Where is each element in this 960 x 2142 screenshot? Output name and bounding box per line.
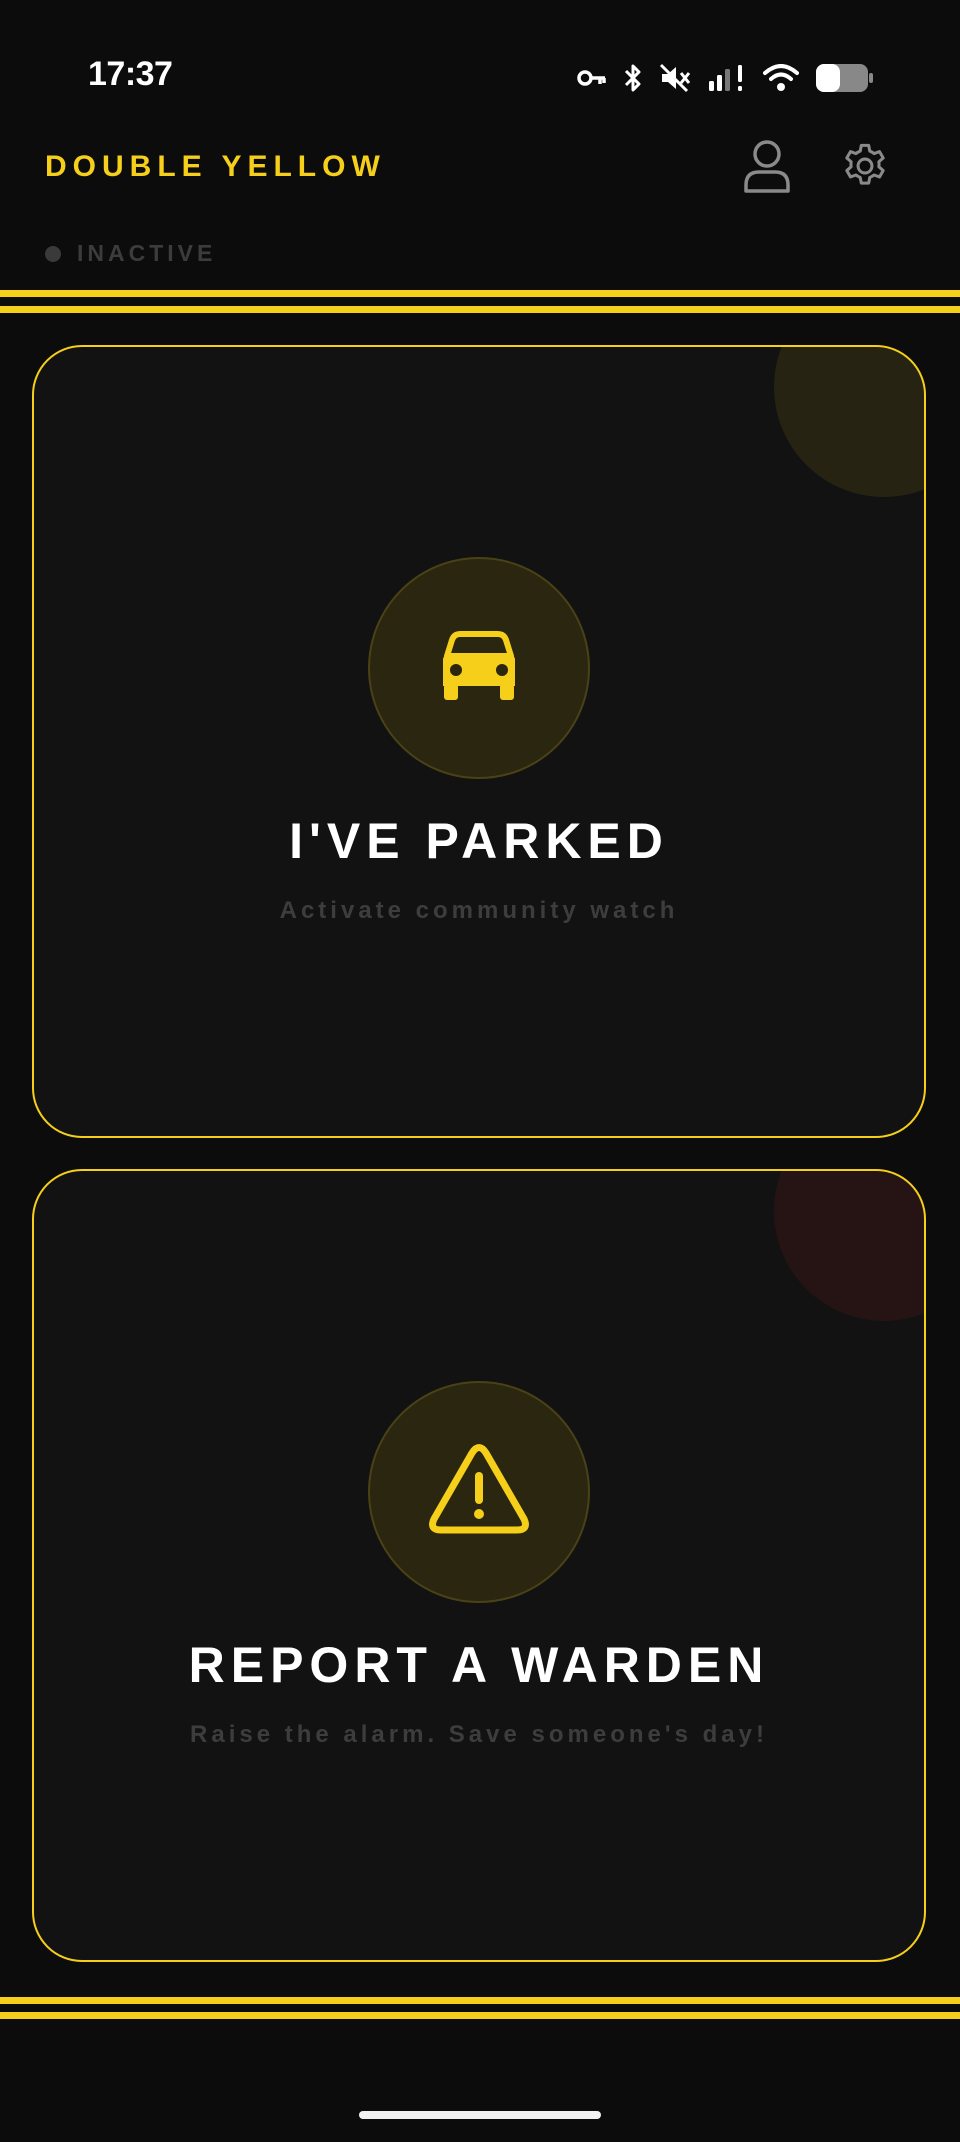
status-icons [577,58,875,98]
card-subtitle: Raise the alarm. Save someone's day! [190,1721,768,1748]
status-dot [45,245,61,262]
double-yellow-line-bottom-1 [0,1997,960,2004]
parked-card[interactable]: I'VE PARKED Activate community watch [32,345,926,1138]
home-indicator[interactable] [359,2111,601,2119]
card-title: REPORT A WARDEN [188,1637,770,1693]
activity-status: INACTIVE [45,240,216,267]
double-yellow-line-bottom-2 [0,2012,960,2019]
card-icon-circle [368,1381,590,1603]
app-title: DOUBLE YELLOW [45,150,386,183]
double-yellow-line-top-2 [0,306,960,313]
muted-icon [659,63,691,93]
status-bar: 17:37 [0,0,960,150]
battery-icon [815,63,875,93]
card-subtitle: Activate community watch [279,897,679,924]
settings-button[interactable] [837,140,893,196]
status-label: INACTIVE [77,240,217,266]
status-time: 17:37 [88,55,173,93]
car-icon [434,628,524,709]
double-yellow-line-top-1 [0,290,960,297]
card-icon-circle [368,557,590,779]
wifi-icon [763,64,799,92]
card-corner-decoration [774,1171,924,1321]
bluetooth-icon [623,63,643,93]
signal-icon [707,63,747,93]
person-icon [743,139,791,198]
profile-button[interactable] [739,139,795,198]
card-title: I'VE PARKED [289,813,669,869]
gear-icon [839,140,891,197]
warning-icon [429,1443,529,1541]
card-corner-decoration [774,347,924,497]
report-warden-card[interactable]: REPORT A WARDEN Raise the alarm. Save so… [32,1169,926,1962]
vpn-key-icon [577,67,607,89]
